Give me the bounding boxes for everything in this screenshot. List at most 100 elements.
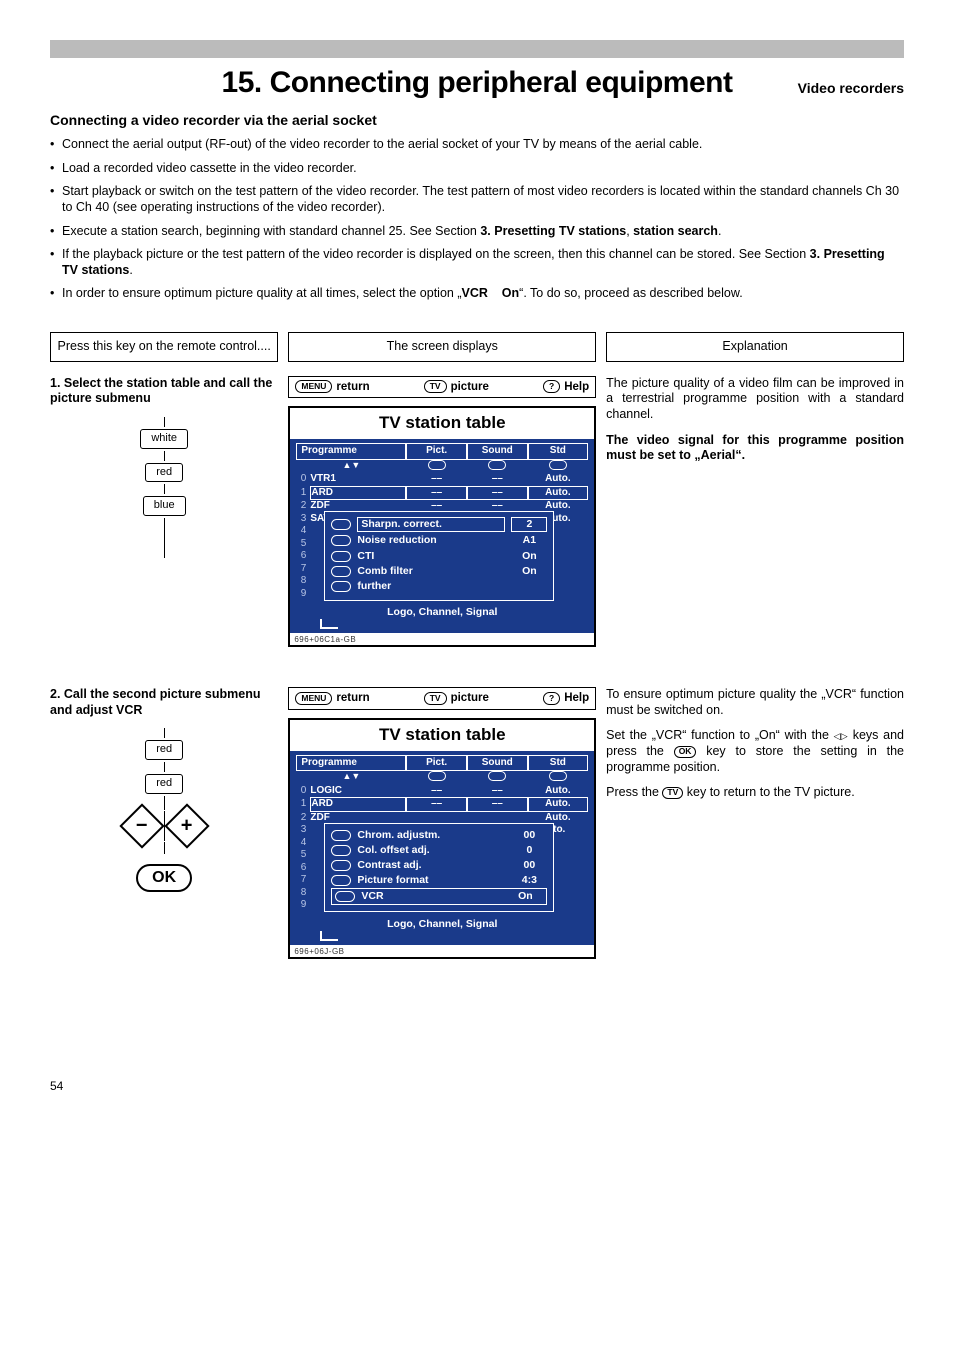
tv-key-icon: TV	[662, 787, 683, 799]
tv-key-icon: TV	[424, 380, 447, 393]
osd-footer: Logo, Channel, Signal	[296, 918, 588, 931]
table-row: 1ARD––––Auto.	[296, 486, 588, 501]
pill-icon	[428, 460, 446, 470]
row-icon	[331, 535, 351, 546]
key-label-blue: blue	[143, 496, 186, 516]
key-label-white: white	[140, 429, 188, 449]
step2-explain-p1: To ensure optimum picture quality the „V…	[606, 687, 904, 718]
menu-key-icon: MENU	[295, 380, 332, 393]
page-number: 54	[50, 1079, 904, 1094]
key-label-red: red	[145, 463, 183, 483]
p2-part-a: Set the „VCR“ function to „On“ with the	[606, 728, 833, 742]
osd-top-bar: MENU return TV picture ? Help	[288, 376, 596, 398]
row-icon	[331, 845, 351, 856]
row-icon	[331, 860, 351, 871]
submenu-row: further	[331, 579, 547, 594]
page-title: 15. Connecting peripheral equipment	[222, 64, 733, 102]
row-icon	[331, 875, 351, 886]
col-sound: Sound	[467, 755, 528, 772]
osd-code: 696+06J-GB	[290, 945, 594, 957]
row-icon	[331, 551, 351, 562]
col-std: Std	[528, 755, 589, 772]
step1-title: 1. Select the station table and call the…	[50, 376, 278, 407]
pointer-icon	[320, 931, 338, 941]
osd-picture-label: picture	[451, 380, 489, 394]
p3-part-a: Press the	[606, 785, 662, 799]
col-pict: Pict.	[406, 443, 467, 460]
osd-help-label: Help	[564, 380, 589, 394]
submenu-row: VCROn	[331, 888, 547, 905]
row-icon	[331, 519, 351, 530]
bullet-item: Connect the aerial output (RF-out) of th…	[50, 137, 904, 153]
tv-key-icon: TV	[424, 692, 447, 705]
step2-title: 2. Call the second picture submenu and a…	[50, 687, 278, 718]
osd-footer: Logo, Channel, Signal	[296, 606, 588, 619]
remote-diagram-1: white red blue	[50, 417, 278, 558]
p3-part-b: key to return to the TV picture.	[683, 785, 854, 799]
col-programme: Programme	[296, 755, 406, 772]
picture-submenu-popup-2: Chrom. adjustm.00Col. offset adj.0Contra…	[324, 823, 554, 913]
key-label-red: red	[145, 774, 183, 794]
explain-para: The video signal for this programme posi…	[606, 433, 904, 464]
menu-key-icon: MENU	[295, 692, 332, 705]
submenu-row: Chrom. adjustm.00	[331, 828, 547, 843]
row-icon	[331, 566, 351, 577]
bullet-item: Load a recorded video cassette in the vi…	[50, 161, 904, 177]
table-row: 0LOGIC––––Auto.	[296, 785, 588, 798]
page-subtitle: Video recorders	[798, 80, 904, 98]
bullet-item: In order to ensure optimum picture quali…	[50, 286, 904, 302]
col-programme: Programme	[296, 443, 406, 460]
submenu-row: Contrast adj.00	[331, 858, 547, 873]
header-bar	[50, 40, 904, 58]
bullet-item: Start playback or switch on the test pat…	[50, 184, 904, 215]
bullet-item: Execute a station search, beginning with…	[50, 224, 904, 240]
submenu-row: Sharpn. correct.2	[331, 516, 547, 533]
osd-help-label: Help	[564, 691, 589, 705]
pill-icon	[488, 771, 506, 781]
row-icon	[335, 891, 355, 902]
submenu-row: Picture format4:3	[331, 873, 547, 888]
updown-icon: ▲▼	[296, 460, 406, 473]
minus-nav-icon: −	[119, 803, 164, 848]
osd-frame-1: TV station table Programme Pict. Sound S…	[288, 406, 596, 647]
pill-icon	[428, 771, 446, 781]
row-icon	[331, 830, 351, 841]
submenu-row: Noise reductionA1	[331, 533, 547, 548]
remote-diagram-2: red red − + OK	[50, 728, 278, 892]
col-sound: Sound	[467, 443, 528, 460]
osd-title: TV station table	[290, 720, 594, 751]
table-row: 1ARD––––Auto.	[296, 797, 588, 812]
picture-submenu-popup: Sharpn. correct.2Noise reductionA1CTIOnC…	[324, 511, 554, 601]
submenu-row: Comb filterOn	[331, 564, 547, 579]
explain-para: The picture quality of a video film can …	[606, 376, 904, 423]
help-key-icon: ?	[543, 380, 560, 393]
osd-return-label: return	[336, 380, 369, 394]
pointer-icon	[320, 619, 338, 629]
pill-icon	[488, 460, 506, 470]
step2-explain-p3: Press the TV key to return to the TV pic…	[606, 785, 904, 801]
col-pict: Pict.	[406, 755, 467, 772]
submenu-row: Col. offset adj.0	[331, 843, 547, 858]
ok-key-icon: OK	[674, 746, 697, 758]
table-row: 0VTR1––––Auto.	[296, 473, 588, 486]
osd-top-bar: MENU return TV picture ? Help	[288, 687, 596, 709]
row-icon	[331, 581, 351, 592]
column-header-screen: The screen displays	[288, 332, 596, 362]
key-label-red: red	[145, 740, 183, 760]
ok-button-graphic: OK	[136, 864, 192, 892]
column-header-remote: Press this key on the remote control....	[50, 332, 278, 362]
bullet-list: Connect the aerial output (RF-out) of th…	[50, 137, 904, 302]
osd-title: TV station table	[290, 408, 594, 439]
help-key-icon: ?	[543, 692, 560, 705]
bullet-item: If the playback picture or the test patt…	[50, 247, 904, 278]
plus-nav-icon: +	[164, 803, 209, 848]
osd-picture-label: picture	[451, 691, 489, 705]
osd-code: 696+06C1a-GB	[290, 633, 594, 645]
step2-explain-p2: Set the „VCR“ function to „On“ with the …	[606, 728, 904, 775]
osd-return-label: return	[336, 691, 369, 705]
osd-frame-2: TV station table Programme Pict. Sound S…	[288, 718, 596, 959]
col-std: Std	[528, 443, 589, 460]
left-right-arrow-icon: ◁▷	[834, 731, 848, 741]
pill-icon	[549, 771, 567, 781]
column-header-explanation: Explanation	[606, 332, 904, 362]
